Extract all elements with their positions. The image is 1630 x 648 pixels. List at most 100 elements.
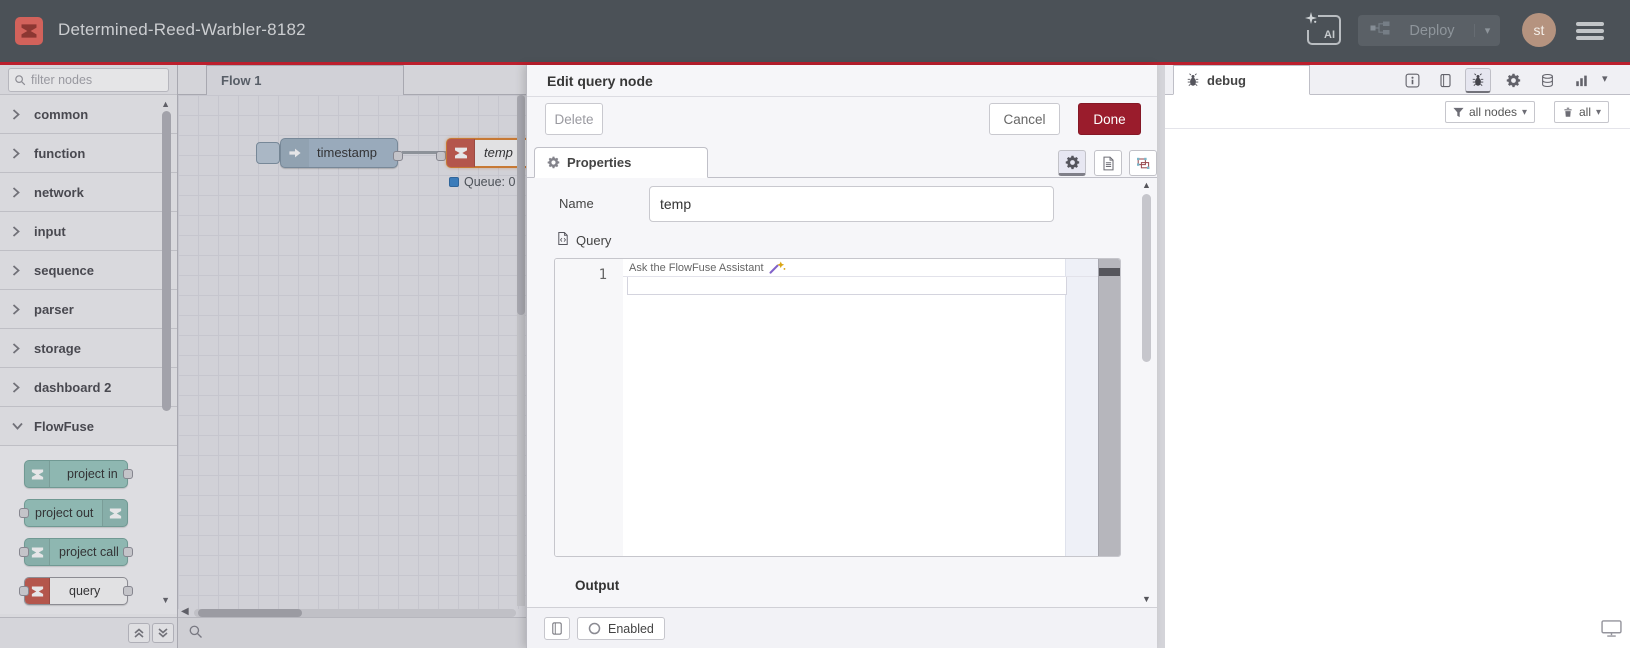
chevron-right-icon [12, 225, 28, 237]
node-output-port [123, 586, 133, 596]
palette-category-input[interactable]: input [0, 212, 177, 251]
palette-filter-box [8, 68, 169, 92]
gear-icon [1506, 73, 1520, 88]
palette-node-query[interactable]: query [19, 577, 133, 605]
sidebar-tab-debug-button[interactable] [1465, 68, 1491, 93]
palette-category-flowfuse[interactable]: FlowFuse [0, 407, 177, 446]
sidebar-tab-help-button[interactable] [1432, 68, 1458, 93]
debug-messages-body[interactable] [1165, 129, 1630, 648]
scroll-down-icon[interactable]: ▼ [1142, 594, 1151, 604]
palette-scrollbar[interactable] [162, 111, 171, 411]
flow-tab[interactable]: Flow 1 [206, 65, 404, 95]
sidebar-tabs-caret[interactable]: ▾ [1602, 72, 1608, 85]
sidebar-tabs-row: debug ▾ [1165, 65, 1630, 95]
magic-wand-icon[interactable] [769, 261, 786, 274]
deploy-flow-icon [1370, 21, 1390, 40]
debug-filter-button[interactable]: all nodes ▾ [1445, 101, 1536, 123]
funnel-icon [1453, 107, 1464, 117]
delete-button[interactable]: Delete [545, 103, 603, 135]
deploy-options-caret[interactable]: ▾ [1474, 24, 1500, 37]
assistant-hint-row: Ask the FlowFuse Assistant [623, 259, 1098, 277]
sidebar-tab-info-button[interactable] [1399, 68, 1425, 93]
palette-category-sequence[interactable]: sequence [0, 251, 177, 290]
status-dot-icon [449, 177, 459, 187]
palette-category-function[interactable]: function [0, 134, 177, 173]
tab-properties-icon-button[interactable] [1058, 150, 1086, 176]
palette-category-parser[interactable]: parser [0, 290, 177, 329]
zoom-search-icon[interactable] [188, 624, 203, 644]
tab-debug[interactable]: debug [1173, 65, 1310, 95]
query-field-label: Query [576, 233, 612, 248]
edit-node-tray: Edit query node Delete Cancel Done Prope… [526, 65, 1157, 648]
bar-chart-icon [1575, 75, 1587, 87]
instance-title: Determined-Reed-Warbler-8182 [58, 20, 306, 39]
sidebar-tab-context-button[interactable] [1534, 68, 1560, 93]
debug-clear-button[interactable]: all ▾ [1554, 101, 1610, 123]
tab-description-icon-button[interactable] [1094, 150, 1122, 176]
open-debug-window-icon[interactable] [1601, 620, 1622, 642]
editor-scrollbar[interactable] [1098, 259, 1120, 556]
scroll-up-icon[interactable]: ▲ [1142, 180, 1151, 190]
canvas-grid[interactable]: timestamp temp Queue: 0 [178, 95, 526, 609]
circle-icon [588, 622, 601, 635]
temp-query-node-selected[interactable]: temp [446, 138, 526, 168]
tab-properties[interactable]: Properties [534, 147, 708, 178]
node-input-port [19, 508, 29, 518]
node-input-port [19, 547, 29, 557]
node-input-port[interactable] [436, 151, 446, 161]
node-output-port [123, 469, 133, 479]
palette-filter-input[interactable] [31, 70, 161, 90]
editor-active-line[interactable] [627, 277, 1067, 295]
sparkle-icon [1304, 10, 1318, 30]
palette-category-common[interactable]: common [0, 95, 177, 134]
query-code-editor[interactable]: 1 Ask the FlowFuse Assistant [554, 258, 1121, 557]
form-scrollbar[interactable]: ▲ ▼ [1139, 180, 1155, 604]
assistant-hint-text: Ask the FlowFuse Assistant [629, 261, 764, 274]
inject-arrow-icon [281, 139, 309, 167]
flowfuse-node-icon [447, 139, 475, 167]
gear-icon [547, 156, 560, 169]
ai-label: AI [1324, 29, 1335, 41]
name-input[interactable] [649, 186, 1054, 222]
flow-canvas[interactable]: Flow 1 timestamp temp Queue: 0 ◀ [178, 65, 526, 648]
chevron-right-icon [12, 381, 28, 393]
node-input-port [19, 586, 29, 596]
canvas-scroll-left-icon[interactable]: ◀ [181, 606, 189, 617]
main-content: common function network input sequence [0, 62, 1630, 648]
done-button[interactable]: Done [1078, 103, 1141, 135]
chevron-down-icon [12, 422, 28, 430]
edit-form: Name Query 1 Ask the FlowFuse Assistant [527, 178, 1157, 607]
main-menu-button[interactable] [1576, 22, 1604, 40]
palette-scroll-up-icon[interactable]: ▲ [161, 99, 170, 109]
form-scrollbar-thumb[interactable] [1142, 194, 1151, 362]
node-help-button[interactable] [544, 617, 570, 640]
sidebar-tab-dashboard-button[interactable] [1568, 68, 1594, 93]
tray-bottom-bar: Enabled [527, 607, 1157, 648]
palette-scroll-down-icon[interactable]: ▼ [161, 595, 170, 605]
deploy-button[interactable]: Deploy ▾ [1358, 15, 1500, 46]
node-enabled-toggle[interactable]: Enabled [577, 617, 665, 640]
flowfuse-logo-icon [15, 17, 43, 45]
user-avatar[interactable]: st [1522, 13, 1556, 47]
canvas-horizontal-scrollbar[interactable] [194, 609, 516, 617]
flowfuse-node-icon [25, 461, 50, 487]
inject-trigger-button[interactable] [256, 142, 280, 164]
ai-assistant-button[interactable]: AI [1304, 10, 1341, 45]
collapse-all-categories-button[interactable] [128, 623, 150, 643]
palette-category-network[interactable]: network [0, 173, 177, 212]
panel-resize-divider[interactable] [1157, 65, 1165, 648]
flow-tabstrip: Flow 1 [178, 65, 526, 95]
sidebar-tab-config-button[interactable] [1500, 68, 1526, 93]
palette-node-project-in[interactable]: project in [24, 460, 133, 488]
tab-appearance-icon-button[interactable] [1129, 150, 1157, 176]
palette-category-dashboard-2[interactable]: dashboard 2 [0, 368, 177, 407]
header-bar: Determined-Reed-Warbler-8182 AI Deploy ▾… [0, 0, 1630, 62]
timestamp-node[interactable]: timestamp [280, 138, 398, 168]
palette-category-storage[interactable]: storage [0, 329, 177, 368]
palette-node-project-out[interactable]: project out [19, 499, 128, 527]
cancel-button[interactable]: Cancel [989, 103, 1060, 135]
expand-all-categories-button[interactable] [152, 623, 174, 643]
canvas-vertical-scrollbar[interactable] [517, 95, 525, 606]
debug-sidebar: debug ▾ all nodes ▾ all ▾ [1165, 65, 1630, 648]
palette-node-project-call[interactable]: project call [19, 538, 133, 566]
